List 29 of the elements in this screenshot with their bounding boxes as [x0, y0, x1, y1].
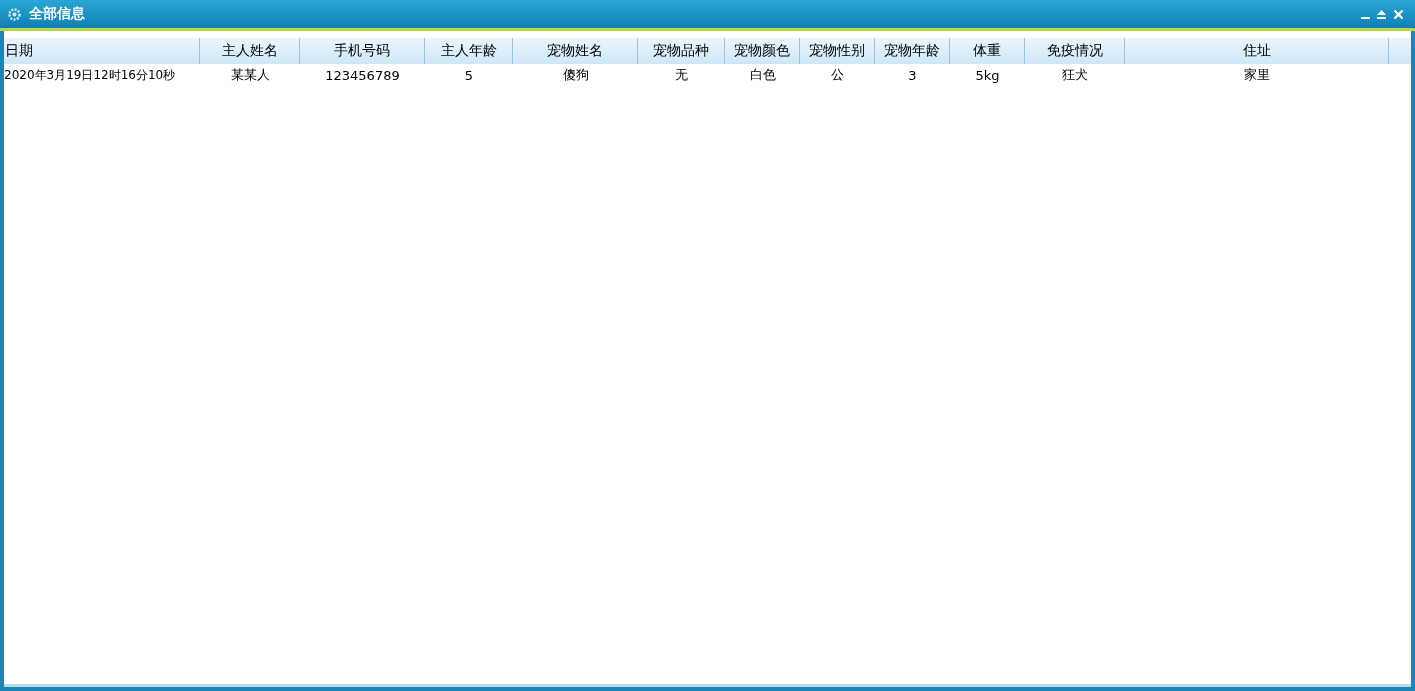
column-header[interactable]: 主人年龄: [425, 38, 513, 64]
column-header[interactable]: 宠物颜色: [725, 38, 800, 64]
close-icon: [1393, 8, 1404, 20]
table-cell-text: 傻狗: [561, 66, 590, 84]
table-cell-text: 家里: [1243, 66, 1271, 84]
table-cell-text: 2020年3月19日12时16分10秒: [4, 66, 177, 84]
column-header[interactable]: 宠物性别: [800, 38, 875, 64]
table-cell-text: 123456789: [324, 66, 401, 85]
table-cell-text: 白色: [748, 66, 777, 84]
restore-icon: [1376, 8, 1387, 20]
table-cell-text: 公: [830, 66, 845, 84]
column-header[interactable]: 日期: [4, 38, 200, 64]
column-header[interactable]: 免疫情况: [1025, 38, 1125, 64]
column-header[interactable]: 体重: [950, 38, 1025, 64]
column-header[interactable]: 住址: [1125, 38, 1389, 64]
table-cell-text: 3: [907, 66, 918, 85]
table-cell-text: 5: [463, 66, 475, 85]
table-cell-text: 狂犬: [1061, 66, 1089, 84]
column-header[interactable]: 主人姓名: [200, 38, 300, 64]
gear-icon: [8, 7, 21, 21]
column-header[interactable]: 宠物品种: [638, 38, 725, 64]
column-header[interactable]: 手机号码: [300, 38, 425, 64]
table-cell-text: 5kg: [974, 66, 1001, 85]
minimize-icon: [1361, 16, 1370, 19]
table-cell-text: 某某人: [229, 66, 271, 84]
table-cell-text: 无: [674, 66, 689, 84]
column-header[interactable]: 宠物姓名: [513, 38, 638, 64]
window-title: 全部信息: [29, 5, 86, 23]
column-header[interactable]: 宠物年龄: [875, 38, 950, 64]
